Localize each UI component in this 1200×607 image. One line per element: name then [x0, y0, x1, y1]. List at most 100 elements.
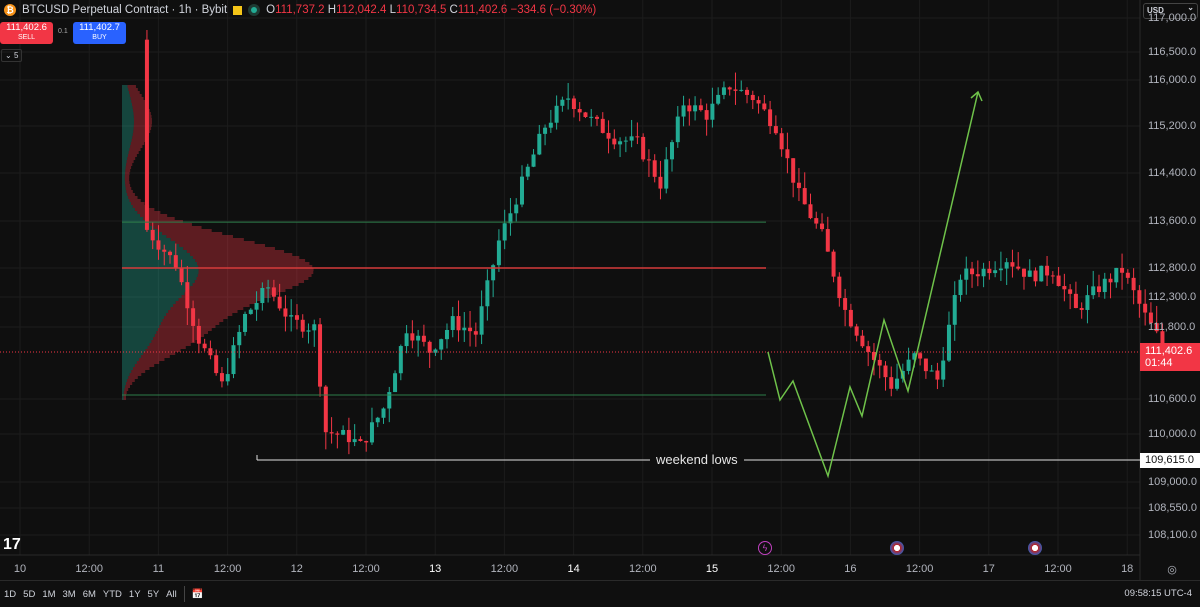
range-button-5y[interactable]: 5Y	[148, 589, 160, 600]
candle-body	[664, 159, 669, 189]
candle-body	[277, 296, 282, 309]
time-tick: 13	[429, 563, 442, 575]
go-to-date-icon[interactable]: 📅	[192, 589, 204, 600]
range-button-3m[interactable]: 3M	[63, 589, 76, 600]
candle-body	[1120, 267, 1125, 273]
us-flag-event-icon[interactable]	[890, 541, 904, 555]
flag-icon[interactable]	[233, 5, 243, 15]
candle-body	[248, 309, 253, 314]
volume-profile-bar-up	[122, 94, 130, 97]
volume-profile-bar-down	[127, 193, 135, 196]
current-price-label: 111,402.6 01:44	[1140, 343, 1200, 371]
range-button-1y[interactable]: 1Y	[129, 589, 141, 600]
candle-body	[231, 345, 236, 375]
volume-profile-bar-down	[128, 88, 138, 91]
volume-profile-bar-down	[157, 229, 212, 232]
time-tick: 15	[705, 563, 719, 575]
candle-body	[312, 324, 317, 331]
volume-profile-bar-up	[122, 133, 133, 136]
volume-profile-bar-up	[122, 100, 132, 103]
candle-body	[294, 315, 299, 320]
volume-profile-bar-down	[126, 163, 133, 166]
candle-body	[202, 343, 207, 349]
candle-body	[773, 126, 778, 134]
volume-profile-bar-up	[122, 214, 141, 217]
volume-profile-bar-up	[122, 304, 174, 307]
volume-profile-bar-up	[122, 262, 197, 265]
volume-profile-bar-up	[122, 217, 144, 220]
range-button-ytd[interactable]: YTD	[103, 589, 122, 600]
candle-body	[658, 176, 663, 189]
candle-body	[825, 229, 830, 252]
volume-profile-bar-down	[179, 244, 266, 247]
buy-button[interactable]: 111,402.7 BUY	[73, 22, 126, 44]
candle-body	[496, 240, 501, 266]
volume-profile-bar-down	[124, 178, 130, 181]
range-button-all[interactable]: All	[166, 589, 177, 600]
candle-body	[560, 99, 565, 106]
volume-profile-bar-down	[147, 346, 186, 349]
range-button-1m[interactable]: 1M	[42, 589, 55, 600]
candle-body	[970, 268, 975, 275]
candle-body	[1137, 290, 1142, 304]
volume-profile-bar-down	[162, 232, 223, 235]
volume-profile-bar-down	[125, 385, 131, 388]
range-button-6m[interactable]: 6M	[83, 589, 96, 600]
candle-body	[831, 251, 836, 277]
volume-profile-bar-up	[122, 208, 135, 211]
time-tick: 16	[844, 563, 857, 575]
volume-profile-bar-down	[125, 187, 132, 190]
candle-body	[346, 429, 351, 443]
volume-profile-bar-up	[122, 226, 154, 229]
range-button-1d[interactable]: 1D	[4, 589, 16, 600]
time-tick: 12:00	[629, 563, 657, 575]
candle-body	[468, 327, 473, 332]
volume-profile-bar-up	[122, 127, 134, 130]
candle-body	[548, 122, 553, 128]
candle-body	[779, 133, 784, 150]
candle-body	[427, 341, 432, 353]
volume-profile-bar-up	[122, 187, 126, 190]
quantity[interactable]: 0.1	[58, 28, 68, 35]
candle-body	[393, 373, 398, 393]
price-tick: 117,000.0	[1148, 12, 1197, 24]
volume-profile-bar-down	[192, 256, 300, 259]
symbol-title[interactable]: BTCUSD Perpetual Contract · 1h · Bybit	[22, 4, 227, 16]
volume-profile-bar-down	[190, 253, 293, 256]
price-chart[interactable]	[0, 0, 1200, 607]
tradingview-logo[interactable]: 17	[3, 536, 21, 554]
candle-body	[479, 306, 484, 335]
volume-profile-bar-down	[178, 298, 264, 301]
candle-body	[444, 329, 449, 340]
candle-body	[589, 116, 594, 118]
candle-body	[606, 132, 611, 139]
weekend-lows-annotation[interactable]: weekend lows	[650, 452, 744, 467]
volume-profile-bar-up	[122, 199, 130, 202]
volume-profile-bar-up	[122, 166, 126, 169]
volume-profile-bar-up	[122, 97, 131, 100]
us-flag-event-icon[interactable]	[1028, 541, 1042, 555]
candle-body	[1062, 286, 1067, 290]
volume-profile-bar-up	[122, 370, 132, 373]
volume-profile-bar-down	[132, 103, 148, 106]
volume-profile-bar-up	[122, 145, 131, 148]
volume-profile-bar-down	[138, 358, 165, 361]
range-button-5d[interactable]: 5D	[23, 589, 35, 600]
clock[interactable]: 09:58:15 UTC-4	[1124, 588, 1192, 599]
volume-profile-bar-up	[122, 244, 180, 247]
volume-profile-bar-down	[164, 316, 228, 319]
settings-icon[interactable]: ◎	[1167, 563, 1177, 576]
sell-button[interactable]: 111,402.6 SELL	[0, 22, 53, 44]
candle-body	[543, 127, 548, 134]
candle-body	[1131, 277, 1136, 291]
volume-profile-bar-down	[187, 289, 286, 292]
collapse-indicators-button[interactable]: ⌄ 5	[1, 49, 23, 62]
volume-profile-bar-up	[122, 307, 171, 310]
volume-profile-bar-up	[122, 367, 134, 370]
volume-profile-bar-up	[122, 361, 137, 364]
candle-body	[1021, 268, 1026, 277]
volume-profile-bar-up	[122, 148, 130, 151]
lightning-event-icon[interactable]: ϟ	[758, 541, 772, 555]
volume-profile-bar-up	[122, 253, 191, 256]
volume-profile-bar-down	[159, 325, 216, 328]
